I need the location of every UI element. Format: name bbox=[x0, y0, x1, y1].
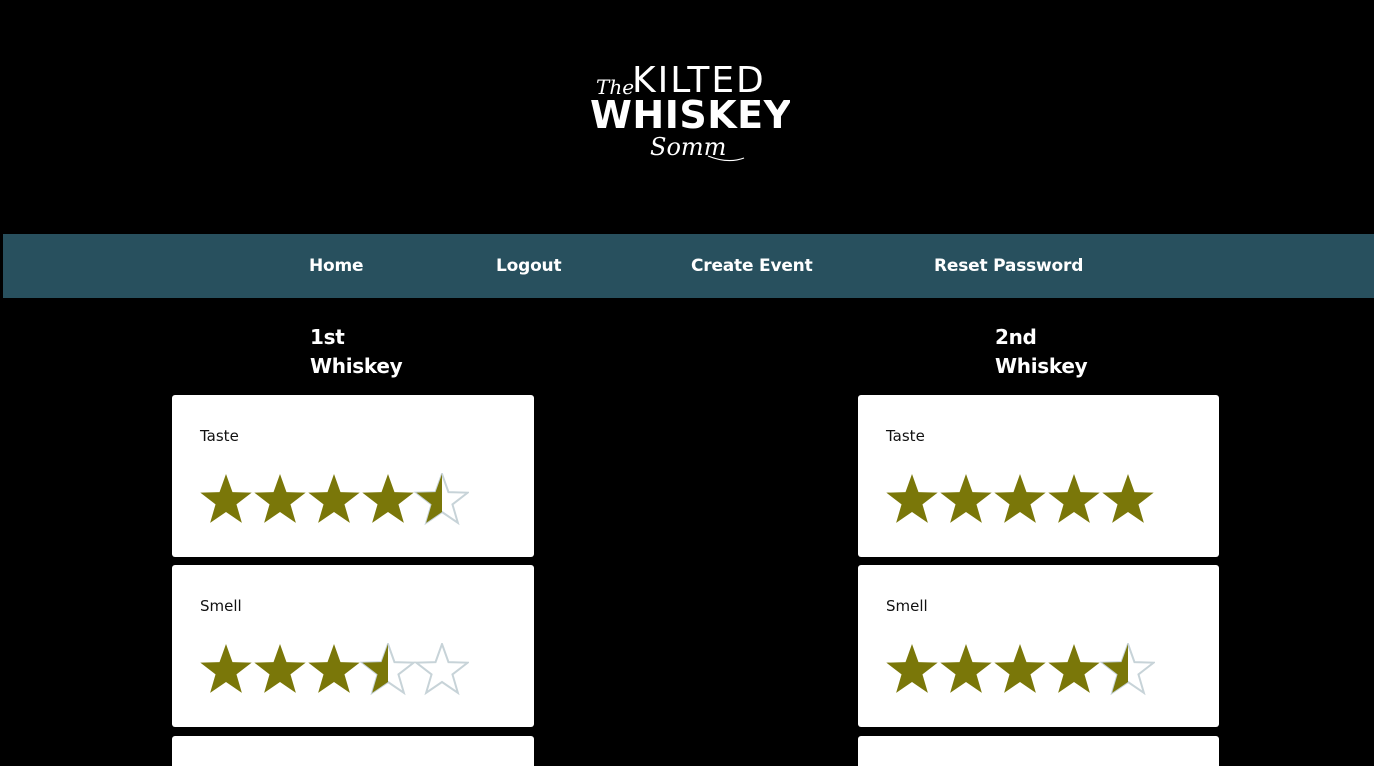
whiskey-1-label: Whiskey bbox=[310, 354, 403, 378]
nav-create-event-link[interactable]: Create Event bbox=[691, 255, 813, 277]
star-full-icon[interactable] bbox=[254, 474, 306, 523]
star-full-icon[interactable] bbox=[362, 474, 414, 523]
whiskey-1-ordinal: 1st bbox=[310, 325, 345, 349]
nav-home-link[interactable]: Home bbox=[309, 255, 364, 277]
logo-word-whiskey: WHISKEY bbox=[590, 93, 790, 137]
star-rating[interactable] bbox=[199, 643, 469, 699]
whiskey-2-heading: 2nd Whiskey bbox=[995, 323, 1088, 381]
star-rating-graphic bbox=[200, 473, 469, 526]
star-empty-icon[interactable] bbox=[413, 643, 469, 696]
rating-label: Taste bbox=[886, 427, 925, 445]
rating-card-whiskey-2-smell: Smell bbox=[858, 565, 1219, 727]
star-rating-graphic bbox=[886, 474, 1154, 523]
whiskey-2-label: Whiskey bbox=[995, 354, 1088, 378]
star-full-icon[interactable] bbox=[940, 474, 992, 523]
star-full-icon[interactable] bbox=[994, 644, 1046, 693]
nav-reset-password-link[interactable]: Reset Password bbox=[934, 255, 1083, 277]
star-full-icon[interactable] bbox=[308, 644, 360, 693]
whiskey-1-heading: 1st Whiskey bbox=[310, 323, 403, 381]
rating-card-whiskey-2-taste: Taste bbox=[858, 395, 1219, 557]
star-full-icon[interactable] bbox=[308, 474, 360, 523]
star-half-icon[interactable] bbox=[413, 473, 469, 526]
nav-logout-link[interactable]: Logout bbox=[496, 255, 562, 277]
star-rating[interactable] bbox=[885, 643, 1155, 699]
star-rating[interactable] bbox=[199, 473, 469, 529]
site-logo[interactable]: The KILTED WHISKEY Somm bbox=[588, 58, 790, 168]
rating-card-whiskey-2-next bbox=[858, 736, 1219, 766]
star-full-icon[interactable] bbox=[886, 644, 938, 693]
star-full-icon[interactable] bbox=[1048, 644, 1100, 693]
star-rating-graphic bbox=[886, 643, 1155, 696]
star-full-icon[interactable] bbox=[886, 474, 938, 523]
star-full-icon[interactable] bbox=[200, 644, 252, 693]
star-half-icon[interactable] bbox=[359, 643, 417, 696]
rating-label: Taste bbox=[200, 427, 239, 445]
logo-script-somm: Somm bbox=[650, 133, 726, 161]
star-rating[interactable] bbox=[885, 473, 1155, 529]
star-full-icon[interactable] bbox=[1102, 474, 1154, 523]
whiskey-2-ordinal: 2nd bbox=[995, 325, 1037, 349]
rating-card-whiskey-1-taste: Taste bbox=[172, 395, 534, 557]
star-half-icon[interactable] bbox=[1099, 643, 1155, 696]
main-nav: Home Logout Create Event Reset Password bbox=[3, 234, 1374, 298]
star-full-icon[interactable] bbox=[1048, 474, 1100, 523]
star-full-icon[interactable] bbox=[254, 644, 306, 693]
star-full-icon[interactable] bbox=[940, 644, 992, 693]
star-rating-graphic bbox=[200, 643, 469, 696]
rating-label: Smell bbox=[200, 597, 242, 615]
rating-card-whiskey-1-next bbox=[172, 736, 534, 766]
rating-label: Smell bbox=[886, 597, 928, 615]
rating-card-whiskey-1-smell: Smell bbox=[172, 565, 534, 727]
star-full-icon[interactable] bbox=[200, 474, 252, 523]
star-full-icon[interactable] bbox=[994, 474, 1046, 523]
page: The KILTED WHISKEY Somm Home Logout Crea… bbox=[0, 0, 1374, 766]
